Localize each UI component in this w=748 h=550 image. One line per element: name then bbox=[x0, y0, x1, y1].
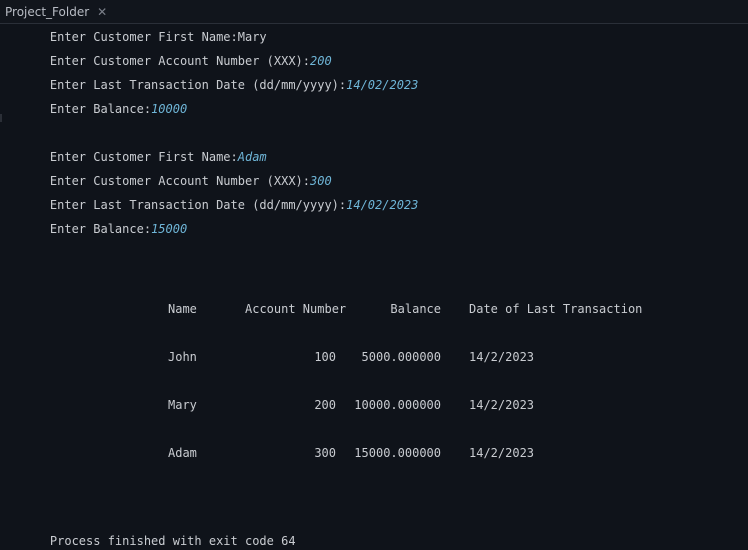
cell-name: Adam bbox=[168, 446, 197, 460]
cell-date: 14/2/2023 bbox=[469, 398, 535, 412]
console-prompt: Enter Balance: bbox=[49, 102, 152, 116]
table-header-name: Name bbox=[168, 302, 197, 316]
cell-balance: 15000.000000 bbox=[354, 446, 441, 460]
console-input-value: 15000 bbox=[151, 222, 188, 236]
console-prompt: Enter Balance: bbox=[49, 222, 152, 236]
run-console: Enter Customer First Name:Mary Enter Cus… bbox=[0, 24, 748, 550]
cell-balance: 10000.000000 bbox=[354, 398, 441, 412]
console-input-value: 14/02/2023 bbox=[346, 78, 419, 92]
cell-date: 14/2/2023 bbox=[469, 446, 535, 460]
console-line: Enter Customer Account Number (XXX):300 bbox=[21, 157, 332, 188]
table-header-date: Date of Last Transaction bbox=[469, 302, 643, 316]
table-header-balance: Balance bbox=[390, 302, 441, 316]
cell-name: Mary bbox=[168, 398, 197, 412]
cell-account-number: 200 bbox=[314, 398, 336, 412]
table-header-account-number: Account Number bbox=[245, 302, 347, 316]
editor-tab-bar: Project_Folder ✕ bbox=[0, 0, 748, 24]
close-icon[interactable]: ✕ bbox=[97, 5, 107, 19]
console-line: Enter Last Transaction Date (dd/mm/yyyy)… bbox=[21, 181, 418, 212]
console-line: Enter Balance:10000 bbox=[21, 85, 187, 116]
console-line: Enter Customer First Name:Adam bbox=[21, 133, 267, 164]
gutter-marker bbox=[0, 114, 2, 122]
exit-message-text: Process finished with exit code 64 bbox=[49, 534, 296, 548]
cell-date: 14/2/2023 bbox=[469, 350, 535, 364]
exit-message: Process finished with exit code 64 bbox=[21, 517, 296, 548]
cell-balance: 5000.000000 bbox=[361, 350, 441, 364]
console-input-value: 14/02/2023 bbox=[346, 198, 419, 212]
console-line: Enter Balance:15000 bbox=[21, 205, 187, 236]
tab-label: Project_Folder bbox=[5, 4, 90, 19]
console-input-value: 10000 bbox=[151, 102, 188, 116]
cell-account-number: 100 bbox=[314, 350, 336, 364]
tab-project-folder[interactable]: Project_Folder ✕ bbox=[0, 0, 117, 23]
console-line: Enter Last Transaction Date (dd/mm/yyyy)… bbox=[21, 61, 418, 92]
console-line: Enter Customer Account Number (XXX):200 bbox=[21, 37, 332, 68]
cell-account-number: 300 bbox=[314, 446, 336, 460]
cell-name: John bbox=[168, 350, 197, 364]
console-line-partial: Enter Customer First Name:Mary bbox=[21, 24, 267, 44]
